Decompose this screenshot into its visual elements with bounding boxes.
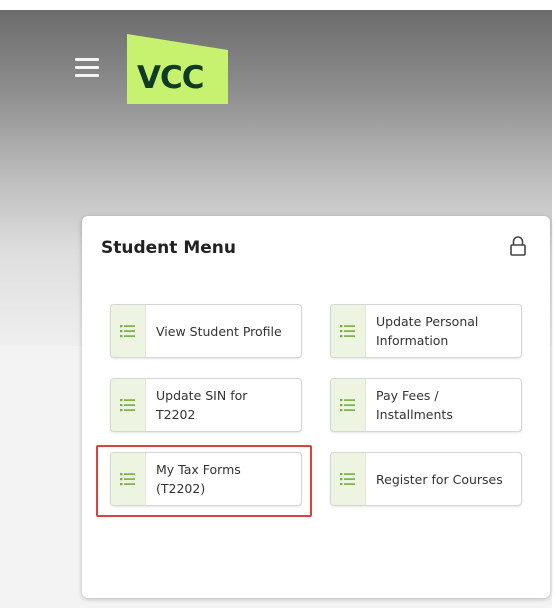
list-icon	[331, 379, 366, 431]
menu-bar	[75, 58, 99, 61]
page-edge	[552, 0, 556, 608]
menu-item-label: Pay Fees / Installments	[376, 388, 453, 422]
menu-bar	[75, 66, 99, 69]
menu-item-pay-fees[interactable]: Pay Fees / Installments	[330, 378, 522, 432]
card-title: Student Menu	[101, 238, 236, 258]
menu-item-label: View Student Profile	[156, 323, 282, 339]
menu-item-view-student-profile[interactable]: View Student Profile	[110, 304, 302, 358]
student-menu-card: Student Menu View Student Profile Update…	[82, 216, 550, 598]
list-icon	[111, 379, 146, 431]
top-strip	[0, 0, 556, 10]
list-icon	[111, 305, 146, 357]
menu-item-register-for-courses[interactable]: Register for Courses	[330, 452, 522, 506]
menu-item-update-personal-information[interactable]: Update Personal Information	[330, 304, 522, 358]
lock-icon[interactable]	[509, 235, 527, 257]
menu-item-update-sin[interactable]: Update SIN for T2202	[110, 378, 302, 432]
menu-bar	[75, 74, 99, 77]
list-icon	[331, 453, 366, 505]
list-icon	[331, 305, 366, 357]
highlight-annotation	[96, 445, 312, 517]
vcc-logo[interactable]: VCC	[127, 34, 228, 104]
hamburger-menu-icon[interactable]	[75, 56, 99, 78]
menu-item-label: Update SIN for T2202	[156, 388, 248, 422]
logo-text: VCC	[137, 60, 205, 96]
menu-item-label: Update Personal Information	[376, 314, 479, 348]
menu-item-label: Register for Courses	[376, 471, 503, 487]
